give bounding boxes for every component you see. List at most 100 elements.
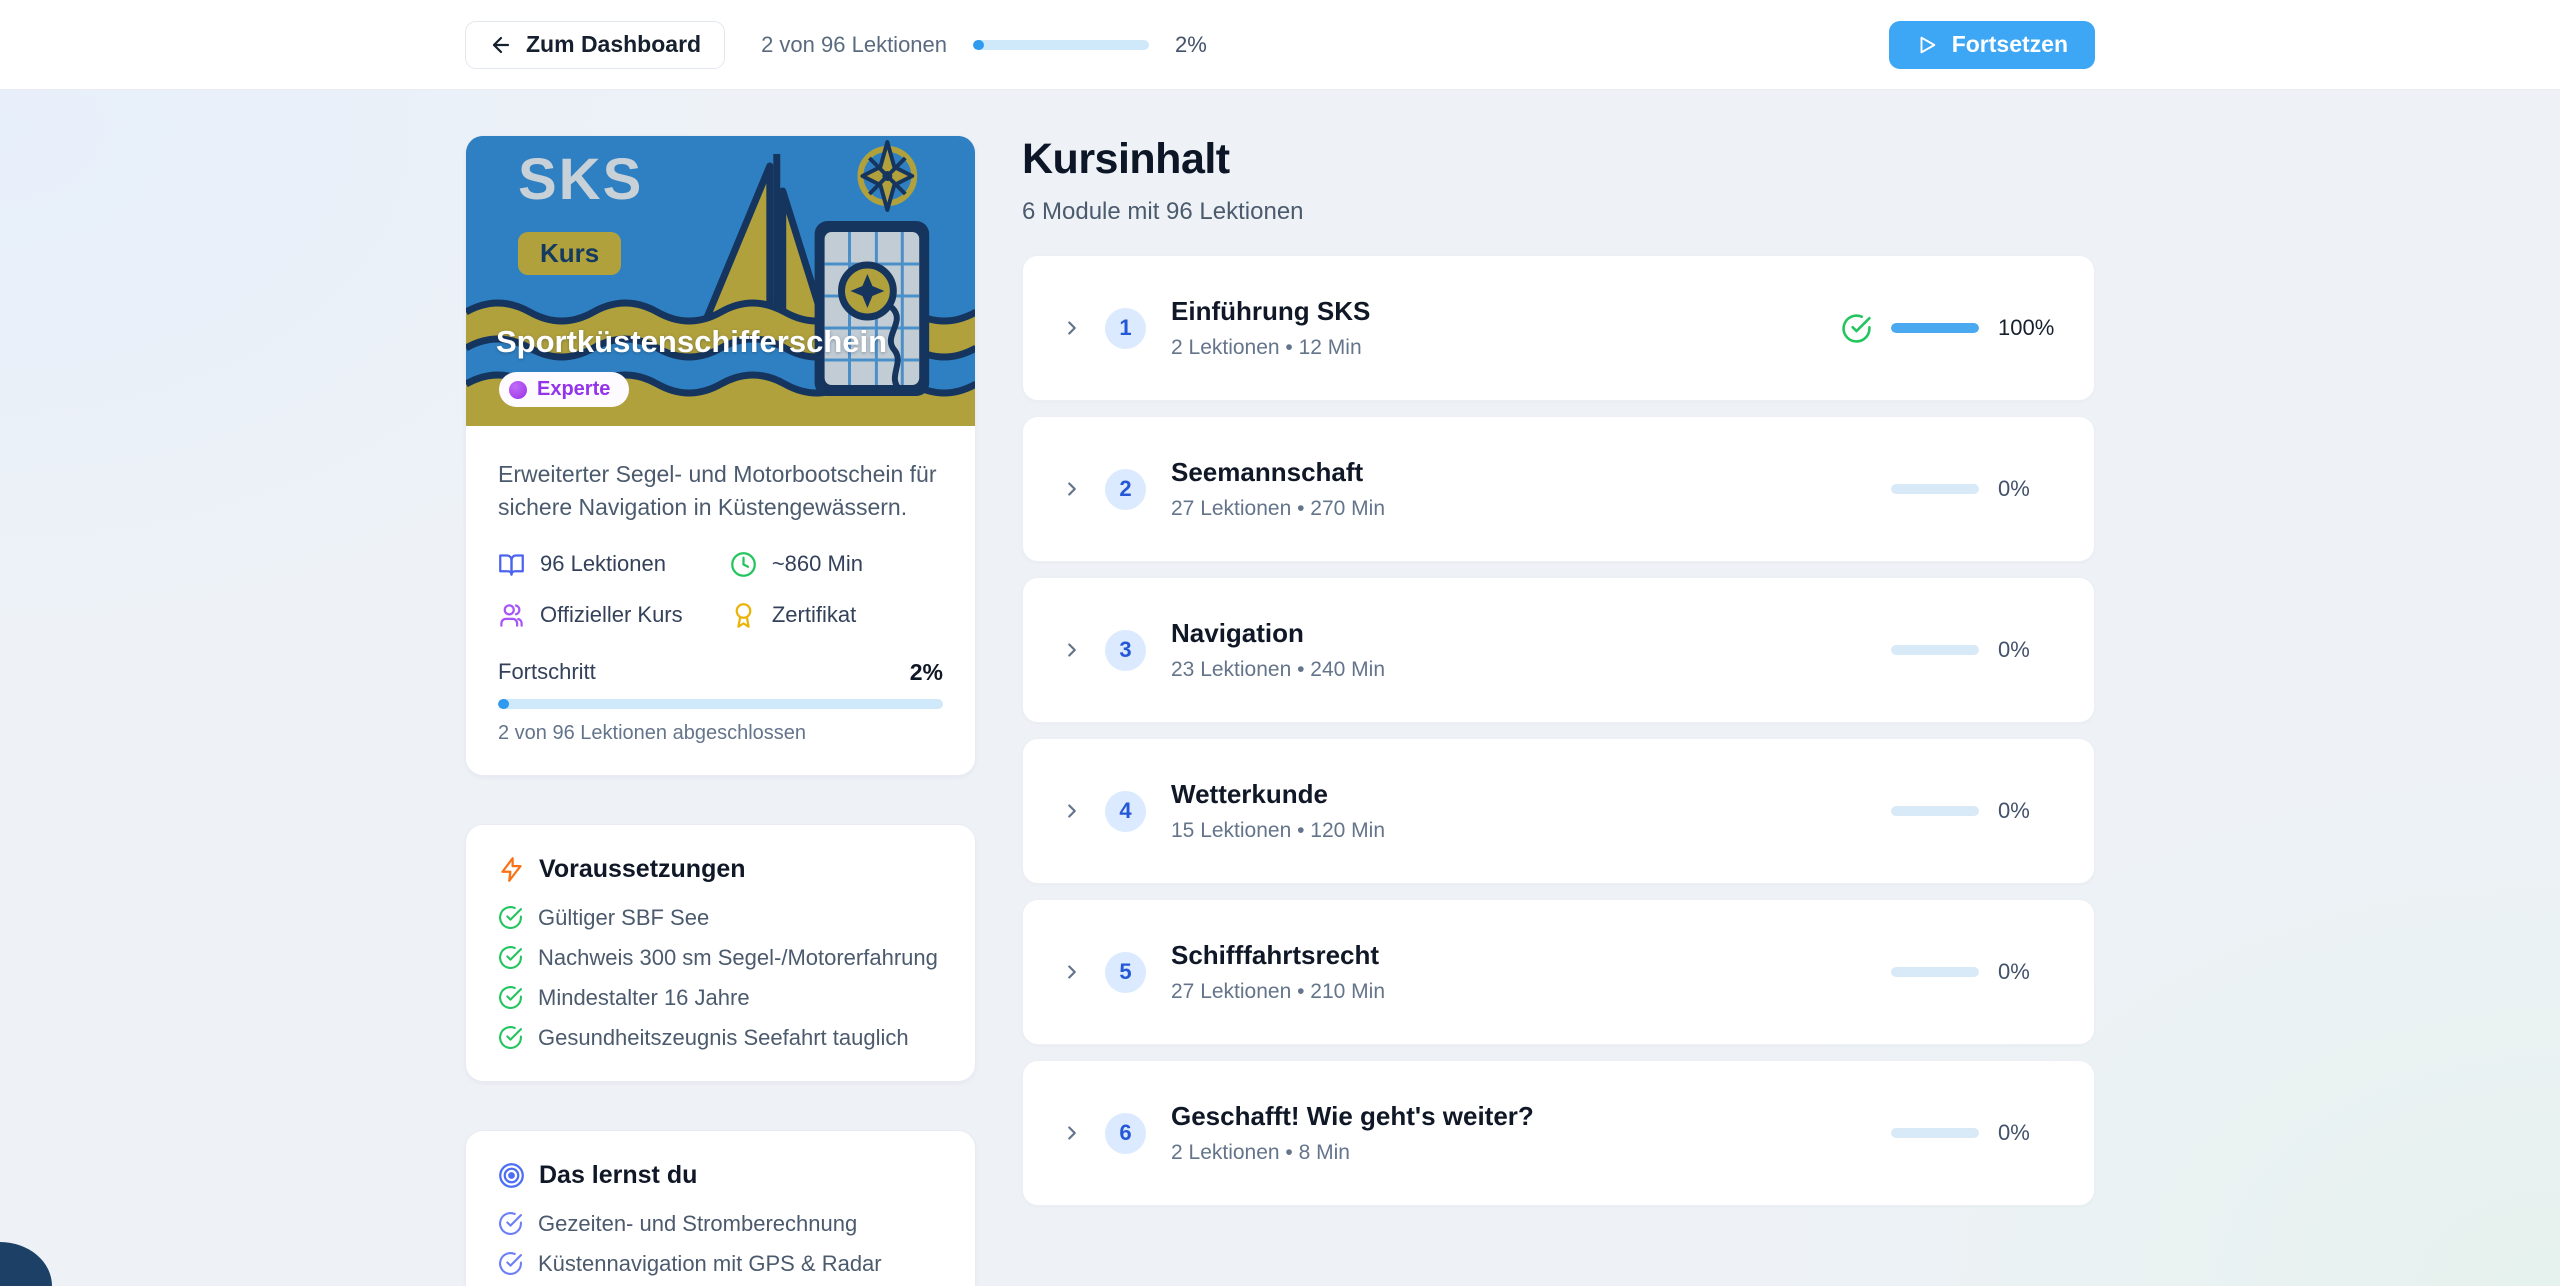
prerequisite-label: Nachweis 300 sm Segel-/Motorerfahrung	[538, 944, 938, 970]
continue-button[interactable]: Fortsetzen	[1888, 20, 2095, 69]
prerequisites-header: Voraussetzungen	[498, 855, 943, 884]
check-circle-icon	[499, 906, 522, 930]
level-badge-label: Experte	[537, 378, 611, 400]
stat-certificate: Zertifikat	[730, 602, 943, 629]
module-progress-group: 0%	[1891, 476, 2060, 502]
chevron-right-icon	[1068, 804, 1076, 818]
module-meta: 23 Lektionen • 240 Min	[1171, 658, 1385, 681]
module-progress-percent: 0%	[1998, 798, 2030, 823]
chevron-right-icon	[1068, 643, 1076, 657]
prerequisite-label: Gültiger SBF See	[538, 904, 710, 930]
stat-certificate-label: Zertifikat	[771, 602, 857, 628]
module-card[interactable]: 5 Schifffahrtsrecht 27 Lektionen • 210 M…	[1022, 899, 2095, 1045]
check-circle-icon	[499, 946, 522, 970]
chevron-right-icon	[1068, 965, 1076, 979]
module-progress-bar	[1891, 1128, 1979, 1138]
module-text: Seemannschaft 27 Lektionen • 270 Min	[1171, 457, 1385, 521]
module-card[interactable]: 3 Navigation 23 Lektionen • 240 Min 0%	[1022, 577, 2095, 723]
course-progress-fill	[498, 698, 509, 709]
module-title: Navigation	[1171, 618, 1304, 648]
lessons-progress-text: 2 von 96 Lektionen	[761, 31, 948, 57]
module-meta: 27 Lektionen • 210 Min	[1171, 980, 1385, 1003]
stat-official: Offizieller Kurs	[498, 602, 722, 629]
book-open-icon	[499, 554, 524, 576]
module-number-badge: 5	[1105, 951, 1146, 993]
progress-caption: 2 von 96 Lektionen abgeschlossen	[498, 721, 807, 744]
module-text: Navigation 23 Lektionen • 240 Min	[1171, 618, 1385, 682]
chevron-right-icon	[1068, 1126, 1076, 1140]
chevron-right-icon	[1068, 482, 1076, 496]
module-card[interactable]: 4 Wetterkunde 15 Lektionen • 120 Min 0%	[1022, 738, 2095, 884]
topbar-progress-bar	[973, 39, 1150, 50]
module-meta: 2 Lektionen • 8 Min	[1171, 1141, 1350, 1164]
completed-check-icon	[1842, 313, 1871, 343]
module-progress-fill	[1891, 323, 1979, 333]
course-code-label: SKS	[518, 147, 644, 212]
course-content-main: Kursinhalt 6 Module mit 96 Lektionen 1 E…	[1022, 135, 2095, 1286]
topbar-progress-percent: 2%	[1175, 31, 1207, 57]
module-text: Einführung SKS 2 Lektionen • 12 Min	[1171, 296, 1370, 360]
prerequisites-list: Gültiger SBF See Nachweis 300 sm Segel-/…	[498, 905, 943, 1051]
continue-button-label: Fortsetzen	[1951, 31, 2068, 57]
clock-icon	[730, 551, 756, 577]
prerequisite-label: Mindestalter 16 Jahre	[538, 984, 750, 1010]
award-icon	[735, 602, 752, 628]
module-number-badge: 6	[1105, 1112, 1146, 1154]
course-card: SKS Kurs Sportküstenschifferschein Exper…	[465, 135, 976, 776]
learning-label: Gezeiten- und Stromberechnung	[538, 1210, 858, 1236]
module-text: Geschafft! Wie geht's weiter? 2 Lektione…	[1171, 1101, 1534, 1165]
module-progress-group: 0%	[1891, 1120, 2060, 1146]
learning-item: Gezeiten- und Stromberechnung	[498, 1211, 943, 1237]
module-meta: 2 Lektionen • 12 Min	[1171, 336, 1362, 359]
course-hero-image: SKS Kurs Sportküstenschifferschein Exper…	[466, 136, 975, 426]
module-title: Schifffahrtsrecht	[1171, 940, 1380, 970]
back-button-label: Zum Dashboard	[526, 31, 702, 57]
module-progress-bar	[1891, 323, 1979, 333]
back-to-dashboard-button[interactable]: Zum Dashboard	[465, 20, 726, 69]
progress-label: Fortschritt	[498, 659, 596, 685]
module-progress-percent: 0%	[1998, 476, 2030, 501]
course-card-body: Erweiterter Segel- und Motorbootschein f…	[466, 426, 975, 775]
check-circle-icon	[499, 1212, 522, 1236]
module-meta: 27 Lektionen • 270 Min	[1171, 497, 1385, 520]
page: Zum Dashboard 2 von 96 Lektionen 2% Fort…	[0, 0, 2560, 1286]
module-progress-percent: 100%	[1998, 315, 2055, 340]
module-card[interactable]: 6 Geschafft! Wie geht's weiter? 2 Lektio…	[1022, 1060, 2095, 1206]
learnings-list: Gezeiten- und Stromberechnung Küstennavi…	[498, 1211, 943, 1286]
learning-label: Küstennavigation mit GPS & Radar	[538, 1250, 882, 1276]
module-meta: 15 Lektionen • 120 Min	[1171, 819, 1385, 842]
prerequisite-item: Gesundheitszeugnis Seefahrt tauglich	[498, 1025, 943, 1051]
bolt-icon	[501, 856, 522, 882]
chevron-right-icon	[1068, 321, 1076, 335]
topbar-progress-fill	[973, 39, 985, 50]
module-card[interactable]: 1 Einführung SKS 2 Lektionen • 12 Min 10…	[1022, 255, 2095, 401]
prerequisites-card: Voraussetzungen Gültiger SBF See Nachwei…	[465, 823, 976, 1082]
progress-percent: 2%	[909, 658, 943, 685]
course-stats: 96 Lektionen ~860 Min Offizieller Kurs Z…	[498, 551, 943, 629]
stat-lessons: 96 Lektionen	[498, 551, 722, 578]
learnings-card: Das lernst du Gezeiten- und Stromberechn…	[465, 1129, 976, 1286]
learnings-title: Das lernst du	[539, 1160, 698, 1189]
check-circle-icon	[499, 1026, 522, 1050]
level-dot-icon	[509, 380, 527, 399]
module-progress-group: 0%	[1891, 798, 2060, 824]
prerequisites-title: Voraussetzungen	[539, 854, 746, 883]
module-title: Wetterkunde	[1171, 779, 1328, 809]
course-description: Erweiterter Segel- und Motorbootschein f…	[498, 461, 937, 521]
module-number-badge: 2	[1105, 468, 1146, 510]
module-progress-bar	[1891, 484, 1979, 494]
module-progress-percent: 0%	[1998, 959, 2030, 984]
module-text: Wetterkunde 15 Lektionen • 120 Min	[1171, 779, 1385, 843]
stat-official-label: Offizieller Kurs	[540, 602, 683, 628]
prerequisite-item: Mindestalter 16 Jahre	[498, 985, 943, 1011]
corner-decoration	[0, 1242, 52, 1286]
page-title: Kursinhalt	[1022, 135, 1230, 183]
users-icon	[500, 603, 523, 627]
course-type-badge: Kurs	[518, 232, 622, 275]
module-card[interactable]: 2 Seemannschaft 27 Lektionen • 270 Min 0…	[1022, 416, 2095, 562]
course-progress-header: Fortschritt 2%	[498, 659, 943, 686]
play-icon	[1920, 36, 1935, 53]
level-badge: Experte	[499, 372, 630, 407]
module-number-badge: 3	[1105, 629, 1146, 671]
module-progress-bar	[1891, 806, 1979, 816]
